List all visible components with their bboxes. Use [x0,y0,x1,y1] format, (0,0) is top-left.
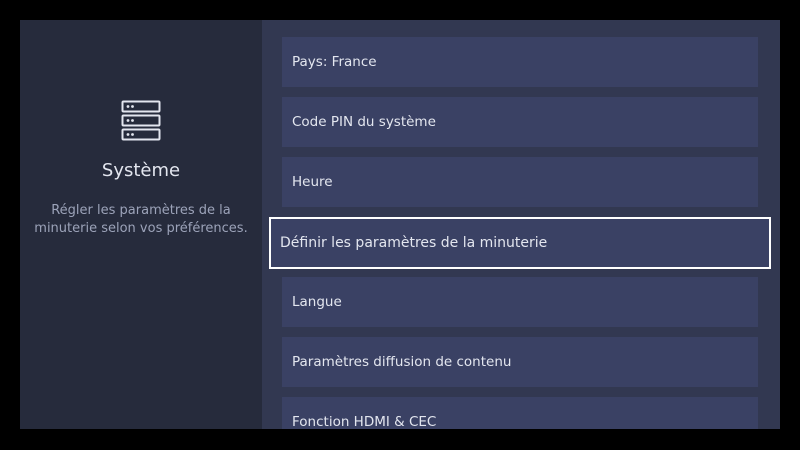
menu-item-code-pin[interactable]: Code PIN du système [282,97,758,147]
category-title: Système [101,160,181,181]
menu-item-heure[interactable]: Heure [282,157,758,207]
menu-item-minuterie[interactable]: Définir les paramètres de la minuterie [269,217,771,269]
category-panel: Système Régler les paramètres de la minu… [20,20,262,429]
menu-item-hdmi-cec[interactable]: Fonction HDMI & CEC [282,397,758,429]
menu-item-pays[interactable]: Pays: France [282,37,758,87]
category-description: Régler les paramètres de la minuterie se… [34,203,248,236]
menu-item-diffusion-contenu[interactable]: Paramètres diffusion de contenu [282,337,758,387]
menu-item-langue[interactable]: Langue [282,277,758,327]
server-stack-icon [121,100,161,141]
settings-menu: Pays: France Code PIN du système Heure D… [261,20,780,429]
settings-screen: Système Régler les paramètres de la minu… [20,20,780,429]
